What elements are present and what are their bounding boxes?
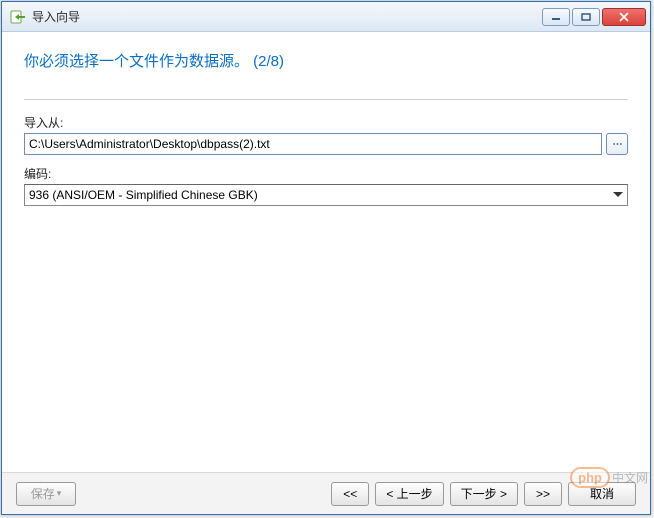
maximize-icon bbox=[581, 13, 591, 21]
encoding-select[interactable]: 936 (ANSI/OEM - Simplified Chinese GBK) bbox=[24, 184, 628, 206]
form-area: 导入从: ⋯ 编码: 936 (ANSI/OEM - Simplified Ch… bbox=[24, 99, 628, 206]
cancel-button[interactable]: 取消 bbox=[568, 482, 636, 506]
import-from-label: 导入从: bbox=[24, 114, 628, 131]
close-icon bbox=[618, 12, 630, 22]
app-icon bbox=[10, 9, 26, 25]
browse-button[interactable]: ⋯ bbox=[606, 133, 628, 155]
close-button[interactable] bbox=[602, 8, 646, 26]
first-page-button[interactable]: << bbox=[331, 482, 369, 506]
titlebar: 导入向导 bbox=[2, 2, 650, 32]
encoding-label: 编码: bbox=[24, 165, 628, 182]
page-heading: 你必须选择一个文件作为数据源。 (2/8) bbox=[24, 50, 628, 71]
minimize-icon bbox=[551, 13, 561, 21]
import-from-input[interactable] bbox=[24, 133, 602, 155]
next-button[interactable]: 下一步 > bbox=[450, 482, 518, 506]
minimize-button[interactable] bbox=[542, 8, 570, 26]
import-from-row: ⋯ bbox=[24, 133, 628, 155]
window-title: 导入向导 bbox=[32, 8, 542, 25]
import-wizard-window: 导入向导 你必须选择一个文件作为数据源。 (2/8) 导入从: ⋯ 编码: 93… bbox=[1, 1, 651, 515]
save-button[interactable]: 保存 ▾ bbox=[16, 482, 76, 506]
window-controls bbox=[542, 8, 646, 26]
chevron-down-icon: ▾ bbox=[57, 488, 62, 499]
prev-button[interactable]: < 上一步 bbox=[375, 482, 443, 506]
content-area: 你必须选择一个文件作为数据源。 (2/8) 导入从: ⋯ 编码: 936 (AN… bbox=[2, 32, 650, 472]
maximize-button[interactable] bbox=[572, 8, 600, 26]
footer: 保存 ▾ << < 上一步 下一步 > >> 取消 bbox=[2, 472, 650, 514]
last-page-button[interactable]: >> bbox=[524, 482, 562, 506]
